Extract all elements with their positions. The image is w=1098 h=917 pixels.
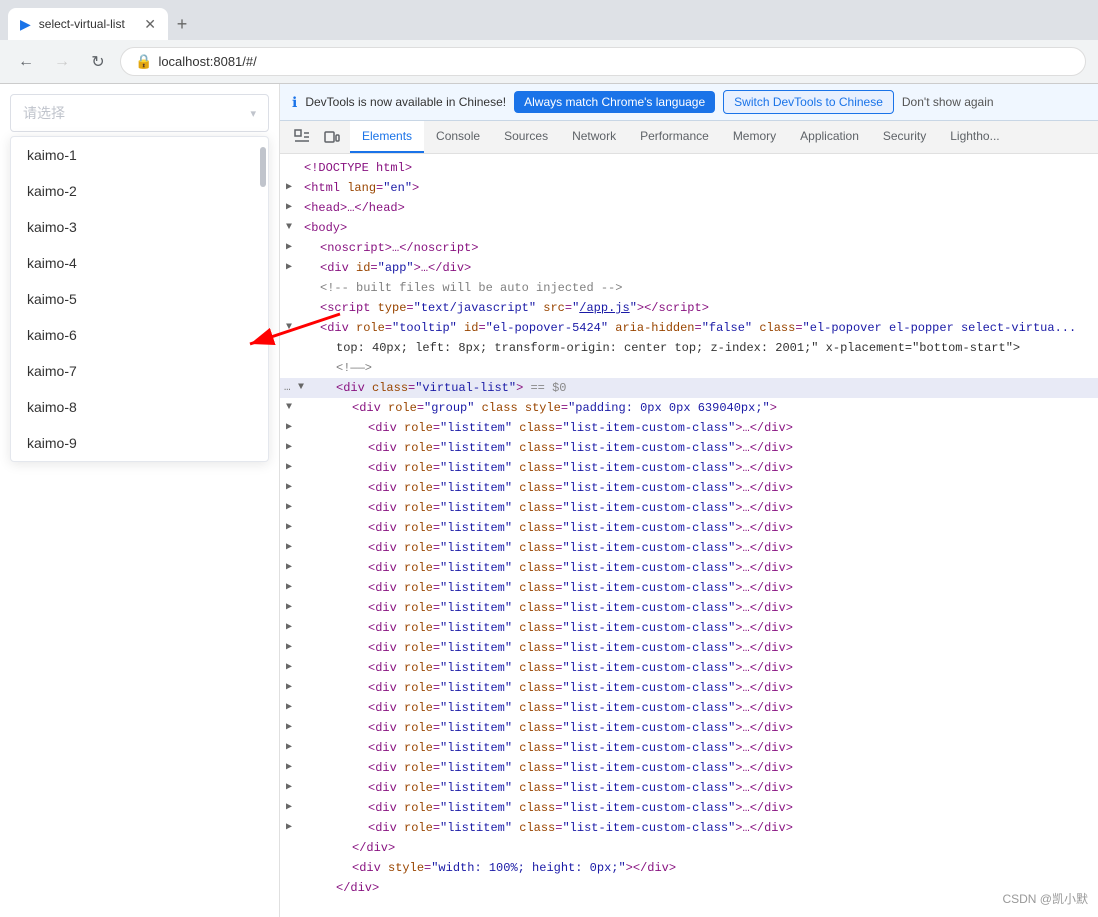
info-icon: ℹ — [292, 94, 297, 111]
code-line-head: ▶ <head>…</head> — [280, 198, 1098, 218]
inspect-icon-button[interactable] — [288, 123, 316, 151]
select-input[interactable]: 请选择 ▾ — [10, 94, 269, 132]
dismiss-banner-button[interactable]: Don't show again — [902, 95, 994, 109]
code-line-listitem: ▶<div role="listitem" class="list-item-c… — [280, 698, 1098, 718]
code-line-listitem: ▶<div role="listitem" class="list-item-c… — [280, 798, 1098, 818]
code-line-html: ▶ <html lang="en"> — [280, 178, 1098, 198]
select-arrow-icon: ▾ — [250, 107, 256, 120]
tab-lighthouse[interactable]: Lightho... — [938, 121, 1011, 153]
list-item[interactable]: kaimo-8 — [11, 389, 268, 425]
code-line-listitem: ▶<div role="listitem" class="list-item-c… — [280, 478, 1098, 498]
more-options-button[interactable]: … — [284, 379, 291, 397]
language-match-button[interactable]: Always match Chrome's language — [514, 91, 715, 113]
list-item[interactable]: kaimo-7 — [11, 353, 268, 389]
scrollbar-thumb[interactable] — [260, 147, 266, 187]
list-item[interactable]: kaimo-4 — [11, 245, 268, 281]
tab-security[interactable]: Security — [871, 121, 938, 153]
list-item[interactable]: kaimo-6 — [11, 317, 268, 353]
address-bar[interactable]: 🔒 localhost:8081/#/ — [120, 47, 1086, 76]
main-content: 请选择 ▾ kaimo-1 kaimo-2 kaimo-3 kaimo-4 ka… — [0, 84, 1098, 917]
list-item[interactable]: kaimo-5 — [11, 281, 268, 317]
code-line-virtual-list[interactable]: … ▼ <div class="virtual-list"> == $0 — [280, 378, 1098, 398]
code-line-popover: ▼ <div role="tooltip" id="el-popover-542… — [280, 318, 1098, 338]
list-item[interactable]: kaimo-3 — [11, 209, 268, 245]
tab-bar: ▶ select-virtual-list ✕ + — [0, 0, 1098, 40]
vue-app-panel: 请选择 ▾ kaimo-1 kaimo-2 kaimo-3 kaimo-4 ka… — [0, 84, 280, 917]
code-line-close-div: </div> — [280, 838, 1098, 858]
tab-performance[interactable]: Performance — [628, 121, 721, 153]
code-line-comment-autoinject: <!-- built files will be auto injected -… — [280, 278, 1098, 298]
code-line-listitem: ▶<div role="listitem" class="list-item-c… — [280, 458, 1098, 478]
reload-button[interactable]: ↻ — [84, 48, 112, 76]
devtools-tab-icons — [284, 123, 350, 151]
tab-close-button[interactable]: ✕ — [144, 16, 156, 33]
code-line-listitem: ▶<div role="listitem" class="list-item-c… — [280, 778, 1098, 798]
code-line-listitem: ▶<div role="listitem" class="list-item-c… — [280, 518, 1098, 538]
code-line-height-div: <div style="width: 100%; height: 0px;"><… — [280, 858, 1098, 878]
code-line-comment-dash: <!——> — [280, 358, 1098, 378]
devtools-panel: ℹ DevTools is now available in Chinese! … — [280, 84, 1098, 917]
watermark: CSDN @凯小默 — [1002, 890, 1088, 907]
tab-console[interactable]: Console — [424, 121, 492, 153]
code-line-div-app: ▶ <div id="app">…</div> — [280, 258, 1098, 278]
code-line-listitem: ▶<div role="listitem" class="list-item-c… — [280, 738, 1098, 758]
code-line-listitem: ▶<div role="listitem" class="list-item-c… — [280, 818, 1098, 838]
forward-button[interactable]: → — [48, 48, 76, 76]
back-button[interactable]: ← — [12, 48, 40, 76]
code-line-listitem: ▶<div role="listitem" class="list-item-c… — [280, 558, 1098, 578]
banner-message: DevTools is now available in Chinese! — [305, 95, 506, 109]
code-line-listitem: ▶<div role="listitem" class="list-item-c… — [280, 538, 1098, 558]
list-item[interactable]: kaimo-1 — [11, 137, 268, 173]
dropdown-panel: kaimo-1 kaimo-2 kaimo-3 kaimo-4 kaimo-5 … — [10, 136, 269, 462]
code-line-close-div2: </div> — [280, 878, 1098, 898]
tab-elements[interactable]: Elements — [350, 121, 424, 153]
tab-favicon: ▶ — [20, 16, 31, 33]
list-item[interactable]: kaimo-2 — [11, 173, 268, 209]
code-line-listitem: ▶<div role="listitem" class="list-item-c… — [280, 578, 1098, 598]
browser-window: ▶ select-virtual-list ✕ + ← → ↻ 🔒 localh… — [0, 0, 1098, 84]
code-line-listitem: ▶<div role="listitem" class="list-item-c… — [280, 498, 1098, 518]
code-line-listitem: ▶<div role="listitem" class="list-item-c… — [280, 418, 1098, 438]
devtools-code-panel[interactable]: <!DOCTYPE html> ▶ <html lang="en"> ▶ <he… — [280, 154, 1098, 917]
code-line-script: <script type="text/javascript" src="/app… — [280, 298, 1098, 318]
list-item[interactable]: kaimo-9 — [11, 425, 268, 461]
code-line-listitem: ▶<div role="listitem" class="list-item-c… — [280, 678, 1098, 698]
nav-bar: ← → ↻ 🔒 localhost:8081/#/ — [0, 40, 1098, 84]
devtools-banner: ℹ DevTools is now available in Chinese! … — [280, 84, 1098, 121]
url-text: localhost:8081/#/ — [158, 54, 256, 69]
code-line-listitem: ▶<div role="listitem" class="list-item-c… — [280, 638, 1098, 658]
doctype-text: <!DOCTYPE html> — [304, 159, 412, 177]
code-line-body-open: ▼ <body> — [280, 218, 1098, 238]
devtools-tabs: Elements Console Sources Network Perform… — [280, 121, 1098, 154]
select-placeholder: 请选择 — [23, 103, 65, 123]
code-line-doctype: <!DOCTYPE html> — [280, 158, 1098, 178]
new-tab-button[interactable]: + — [168, 10, 196, 38]
tab-network[interactable]: Network — [560, 121, 628, 153]
code-line-listitem: ▶<div role="listitem" class="list-item-c… — [280, 718, 1098, 738]
code-line-listitem: ▶<div role="listitem" class="list-item-c… — [280, 658, 1098, 678]
tab-application[interactable]: Application — [788, 121, 871, 153]
tab-sources[interactable]: Sources — [492, 121, 560, 153]
code-line-listitem: ▶<div role="listitem" class="list-item-c… — [280, 618, 1098, 638]
switch-language-button[interactable]: Switch DevTools to Chinese — [723, 90, 894, 114]
lock-icon: 🔒 — [135, 53, 152, 70]
code-line-listitem: ▶<div role="listitem" class="list-item-c… — [280, 438, 1098, 458]
code-line-listitem: ▶<div role="listitem" class="list-item-c… — [280, 598, 1098, 618]
device-toggle-button[interactable] — [318, 123, 346, 151]
tab-title: select-virtual-list — [39, 17, 136, 31]
code-line-noscript: ▶ <noscript>…</noscript> — [280, 238, 1098, 258]
code-line-group-div: ▼ <div role="group" class style="padding… — [280, 398, 1098, 418]
code-line-listitem: ▶<div role="listitem" class="list-item-c… — [280, 758, 1098, 778]
tab-memory[interactable]: Memory — [721, 121, 788, 153]
code-line-style-attr: top: 40px; left: 8px; transform-origin: … — [280, 338, 1098, 358]
browser-tab[interactable]: ▶ select-virtual-list ✕ — [8, 8, 168, 40]
